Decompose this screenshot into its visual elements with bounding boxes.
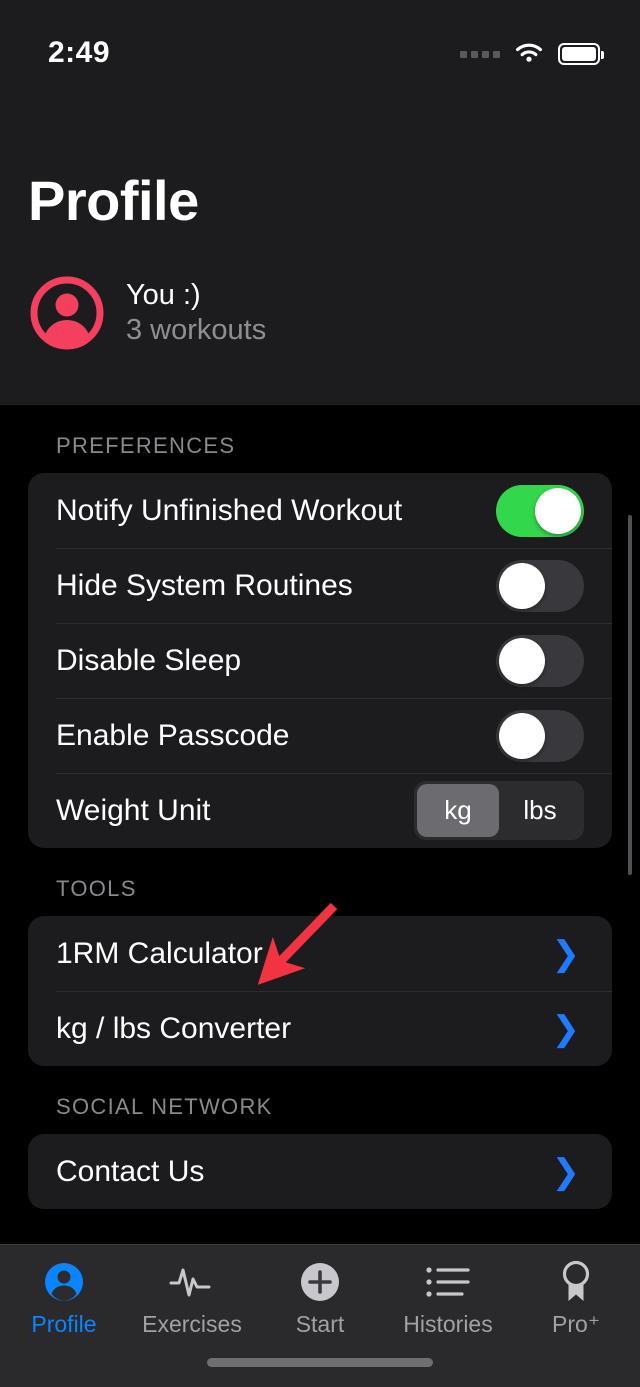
section-header-preferences: PREFERENCES xyxy=(56,433,236,458)
chevron-right-icon: ❯ xyxy=(551,1009,581,1048)
weight-unit-option-lbs[interactable]: lbs xyxy=(499,784,581,837)
tab-histories[interactable]: Histories xyxy=(384,1245,512,1338)
row-contact-us[interactable]: Contact Us ❯ xyxy=(28,1134,612,1209)
notify-unfinished-workout-toggle[interactable] xyxy=(496,484,584,537)
row-1rm-calculator[interactable]: 1RM Calculator ❯ xyxy=(28,916,612,991)
profile-summary[interactable]: You :) 3 workouts xyxy=(30,276,266,350)
tab-label: Profile xyxy=(31,1311,97,1337)
row-label: Contact Us xyxy=(56,1154,205,1188)
row-notify-unfinished-workout[interactable]: Notify Unfinished Workout xyxy=(28,473,612,548)
status-bar: 2:49 xyxy=(0,0,640,96)
row-label: Hide System Routines xyxy=(56,568,353,602)
tab-profile[interactable]: Profile xyxy=(0,1245,128,1338)
hide-system-routines-toggle[interactable] xyxy=(496,559,584,612)
battery-icon xyxy=(558,43,604,65)
row-label: Notify Unfinished Workout xyxy=(56,493,403,527)
chevron-right-icon: ❯ xyxy=(551,1152,581,1191)
profile-header: Profile You :) 3 workouts xyxy=(0,96,640,405)
status-bar-indicators xyxy=(460,43,604,65)
tab-label: Start xyxy=(295,1311,345,1337)
tab-exercises[interactable]: Exercises xyxy=(128,1245,256,1338)
row-label: Enable Passcode xyxy=(56,718,290,752)
enable-passcode-toggle[interactable] xyxy=(496,709,584,762)
profile-workout-count: 3 workouts xyxy=(126,314,267,346)
row-label: 1RM Calculator xyxy=(56,936,263,970)
wifi-icon xyxy=(516,43,542,62)
section-header-social-network: SOCIAL NETWORK xyxy=(56,1094,273,1119)
row-disable-sleep[interactable]: Disable Sleep xyxy=(28,623,612,698)
row-kg-lbs-converter[interactable]: kg / lbs Converter ❯ xyxy=(28,991,612,1066)
weight-unit-segmented-control[interactable]: kg lbs xyxy=(414,781,584,840)
tab-pro[interactable]: Pro⁺ xyxy=(512,1245,640,1338)
home-indicator xyxy=(207,1358,433,1367)
plus-circle-icon xyxy=(298,1259,342,1305)
row-weight-unit[interactable]: Weight Unit kg lbs xyxy=(28,773,612,848)
tools-card: 1RM Calculator ❯ kg / lbs Converter ❯ xyxy=(28,916,612,1066)
social-network-card: Contact Us ❯ xyxy=(28,1134,612,1209)
person-circle-icon xyxy=(42,1259,86,1305)
medal-ribbon-icon xyxy=(556,1259,596,1305)
tab-label: Pro⁺ xyxy=(552,1311,600,1337)
weight-unit-option-kg[interactable]: kg xyxy=(417,784,499,837)
preferences-card: Notify Unfinished Workout Hide System Ro… xyxy=(28,473,612,848)
status-bar-time: 2:49 xyxy=(48,36,111,69)
avatar xyxy=(30,276,104,350)
tab-label: Histories xyxy=(403,1311,493,1337)
row-enable-passcode[interactable]: Enable Passcode xyxy=(28,698,612,773)
list-bullet-icon xyxy=(425,1259,471,1305)
row-label: kg / lbs Converter xyxy=(56,1011,292,1045)
disable-sleep-toggle[interactable] xyxy=(496,634,584,687)
profile-name: You :) xyxy=(126,279,201,311)
scrollbar-indicator[interactable] xyxy=(628,515,632,875)
chevron-right-icon: ❯ xyxy=(551,934,581,973)
page-title: Profile xyxy=(28,169,199,232)
row-label: Weight Unit xyxy=(56,793,211,827)
row-label: Disable Sleep xyxy=(56,643,242,677)
tab-start[interactable]: Start xyxy=(256,1245,384,1338)
signal-dots-icon xyxy=(460,50,500,58)
section-header-tools: TOOLS xyxy=(56,876,137,901)
row-hide-system-routines[interactable]: Hide System Routines xyxy=(28,548,612,623)
tab-label: Exercises xyxy=(142,1311,242,1337)
app-screen: 2:49 Profile You :) 3 workouts PREFERENC… xyxy=(0,0,640,1387)
pulse-waveform-icon xyxy=(168,1259,216,1305)
settings-scroll-area[interactable]: PREFERENCES Notify Unfinished Workout Hi… xyxy=(0,405,640,1387)
